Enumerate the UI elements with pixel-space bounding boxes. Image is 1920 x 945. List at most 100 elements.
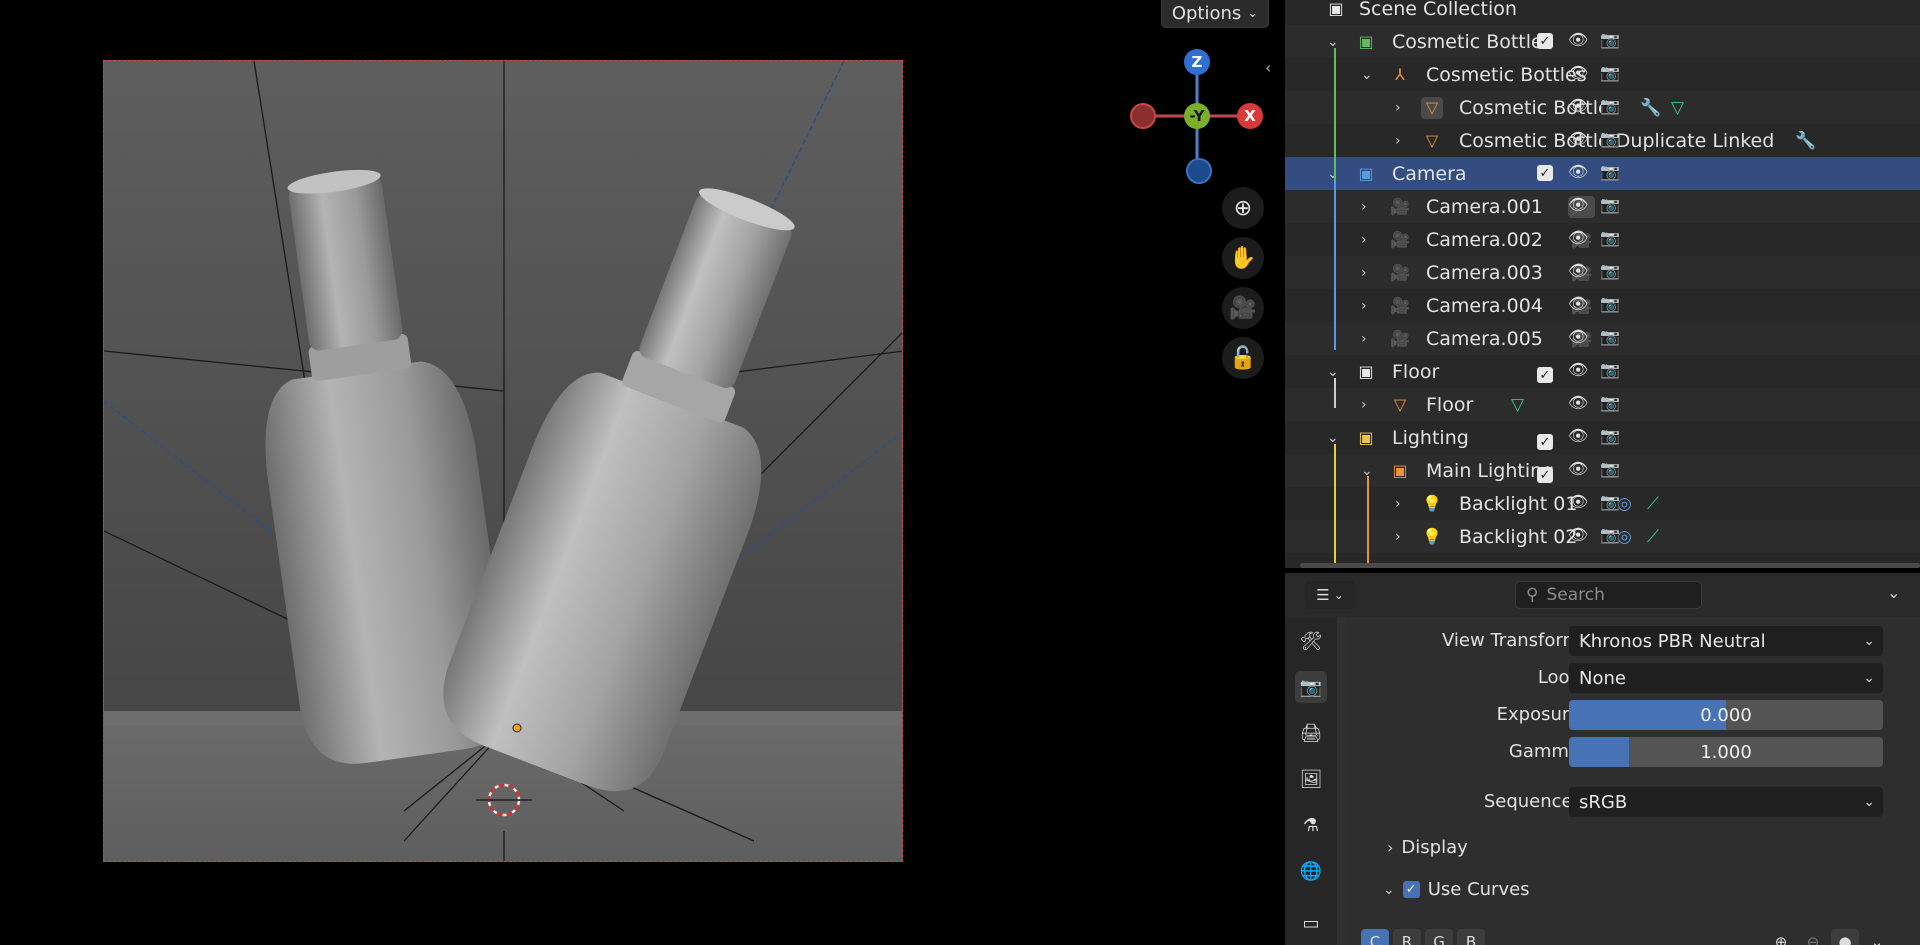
outliner-row-camera-005[interactable]: › 🎥 Camera.005 🎥 — [1285, 322, 1920, 355]
gamma-slider[interactable]: 1.000 — [1569, 737, 1883, 767]
collection-tab-icon[interactable]: ▭ — [1295, 907, 1327, 939]
gizmo-neg-x-axis[interactable] — [1130, 103, 1156, 129]
curve-tools-icon[interactable]: ● — [1831, 929, 1859, 945]
chevron-down-icon[interactable]: ⌄ — [1327, 364, 1339, 380]
zoom-out-curve-icon[interactable]: ⊖ — [1799, 929, 1827, 945]
outliner-row-camera-003[interactable]: › 🎥 Camera.003 🎥 — [1285, 256, 1920, 289]
chevron-right-icon[interactable]: › — [1395, 133, 1401, 149]
outliner-row-lighting-collection[interactable]: ⌄ ▣ Lighting — [1285, 421, 1920, 454]
look-dropdown[interactable]: None ⌄ — [1569, 663, 1883, 693]
curve-channel-r[interactable]: R — [1393, 929, 1421, 945]
mesh-data-icon[interactable]: ▽ — [1511, 395, 1524, 415]
outliner-row-main-lighting-collection[interactable]: ⌄ ▣ Main Lighting — [1285, 454, 1920, 487]
camera-data-icon[interactable]: 🎥 — [1571, 329, 1592, 349]
chevron-down-icon: ⌄ — [1383, 881, 1395, 898]
render-tab-icon[interactable]: 📷 — [1295, 671, 1327, 703]
mesh-object-icon: ▽ — [1393, 395, 1407, 414]
chevron-right-icon[interactable]: › — [1361, 265, 1367, 281]
collection-icon: ▣ — [1358, 164, 1374, 183]
outliner-scrollbar[interactable] — [1300, 563, 1920, 568]
chevron-down-icon[interactable]: ⌄ — [1361, 67, 1373, 83]
chevron-right-icon[interactable]: › — [1361, 331, 1367, 347]
camera-object-icon: 🎥 — [1390, 329, 1410, 348]
properties-editor[interactable]: ☰ ⌄ ⚲ Search ⌄ 🛠 📷 🖨 🖼 ⚗ 🌐 ▭ View Transf… — [1285, 573, 1920, 945]
use-curves-subpanel-header[interactable]: ⌄ ✓ Use Curves — [1383, 879, 1530, 900]
outliner-row-cosmetic-bottle[interactable]: › ▽ Cosmetic Bottle 🔧 ▽ — [1285, 91, 1920, 124]
gizmo-neg-z-axis[interactable] — [1186, 158, 1212, 184]
chevron-down-icon[interactable]: ⌄ — [1863, 929, 1891, 945]
tool-tab-icon[interactable]: 🛠 — [1295, 625, 1327, 657]
view-layer-tab-icon[interactable]: 🖼 — [1295, 763, 1327, 795]
outliner-row-camera-004[interactable]: › 🎥 Camera.004 🎥 — [1285, 289, 1920, 322]
chevron-down-icon[interactable]: ⌄ — [1887, 583, 1900, 602]
sequencer-dropdown[interactable]: sRGB ⌄ — [1569, 787, 1883, 817]
search-input[interactable]: ⚲ Search — [1515, 581, 1702, 609]
gizmo-x-axis[interactable]: X — [1237, 103, 1263, 129]
constraint-icon[interactable]: ◎ — [1617, 494, 1632, 514]
chevron-down-icon[interactable]: ⌄ — [1327, 430, 1339, 446]
use-curves-checkbox[interactable]: ✓ — [1402, 881, 1420, 898]
editor-type-dropdown[interactable]: ☰ ⌄ — [1305, 581, 1355, 609]
outliner-row-camera-001[interactable]: › 🎥 Camera.001 🎥 — [1285, 190, 1920, 223]
chevron-right-icon[interactable]: › — [1395, 529, 1401, 545]
light-object-icon: 💡 — [1422, 494, 1442, 513]
camera-data-icon[interactable]: 🎥 — [1571, 230, 1592, 250]
scene-tab-icon[interactable]: ⚗ — [1295, 809, 1327, 841]
outliner-row-backlight-02[interactable]: › 💡 Backlight 02 ◎ ⟋ — [1285, 520, 1920, 553]
outliner-row-backlight-01[interactable]: › 💡 Backlight 01 ◎ ⟋ — [1285, 487, 1920, 520]
exposure-slider[interactable]: 0.000 — [1569, 700, 1883, 730]
chevron-right-icon[interactable]: › — [1361, 397, 1367, 413]
sidebar-toggle-icon[interactable]: ‹ — [1265, 58, 1271, 77]
row-label: Cosmetic Bottle — [1459, 96, 1610, 119]
chevron-right-icon[interactable]: › — [1361, 298, 1367, 314]
outliner-row-cosmetic-bottles-collection[interactable]: ⌄ ▣ Cosmetic Bottles — [1285, 25, 1920, 58]
constraint-icon[interactable]: ◎ — [1617, 527, 1632, 547]
view-transform-dropdown[interactable]: Khronos PBR Neutral ⌄ — [1569, 626, 1883, 656]
chevron-right-icon[interactable]: › — [1395, 100, 1401, 116]
curve-channel-g[interactable]: G — [1425, 929, 1453, 945]
output-tab-icon[interactable]: 🖨 — [1295, 717, 1327, 749]
mesh-data-icon[interactable]: ▽ — [1671, 98, 1684, 118]
camera-view-icon[interactable]: 🎥 — [1222, 287, 1264, 329]
camera-data-icon[interactable]: 🎥 — [1568, 195, 1596, 218]
zoom-in-curve-icon[interactable]: ⊕ — [1767, 929, 1795, 945]
outliner-row-floor-collection[interactable]: ⌄ ▣ Floor — [1285, 355, 1920, 388]
pan-hand-icon[interactable]: ✋ — [1222, 237, 1264, 279]
zoom-icon[interactable]: ⊕ — [1222, 187, 1264, 229]
world-tab-icon[interactable]: 🌐 — [1295, 855, 1327, 887]
outliner-row-floor-object[interactable]: › ▽ Floor ▽ — [1285, 388, 1920, 421]
chevron-down-icon[interactable]: ⌄ — [1327, 166, 1339, 182]
outliner-row-cosmetic-bottle-duplicate-linked[interactable]: › ▽ Cosmetic Bottle Duplicate Linked 🔧 — [1285, 124, 1920, 157]
look-value: None — [1579, 667, 1626, 689]
outliner-row-scene-collection[interactable]: ▣ Scene Collection — [1285, 0, 1920, 25]
3d-viewport[interactable]: Options ⌄ ‹ Z -Y X ⊕ ✋ 🎥 🔓 — [0, 0, 1280, 945]
camera-object-icon: 🎥 — [1390, 230, 1410, 249]
curve-channel-c[interactable]: C — [1361, 929, 1389, 945]
options-button[interactable]: Options ⌄ — [1161, 0, 1269, 28]
chevron-down-icon: ⌄ — [1863, 794, 1875, 810]
display-label: Display — [1401, 837, 1468, 858]
curve-channel-b[interactable]: B — [1457, 929, 1485, 945]
outliner[interactable]: ▣ Scene Collection ⌄ ▣ Cosmetic Bottles … — [1285, 0, 1920, 568]
gizmo-z-axis[interactable]: Z — [1184, 49, 1210, 75]
display-subpanel-header[interactable]: › Display — [1387, 837, 1468, 858]
camera-object-icon: 🎥 — [1390, 263, 1410, 282]
light-data-icon[interactable]: ⟋ — [1647, 494, 1659, 514]
sequencer-value: sRGB — [1579, 791, 1628, 813]
camera-data-icon[interactable]: 🎥 — [1571, 263, 1592, 283]
gizmo-neg-y-axis[interactable]: -Y — [1184, 103, 1210, 129]
outliner-row-camera-collection[interactable]: ⌄ ▣ Camera — [1285, 157, 1920, 190]
outliner-row-cosmetic-bottles-empty[interactable]: ⌄ ⅄ Cosmetic Bottles — [1285, 58, 1920, 91]
chevron-right-icon[interactable]: › — [1361, 199, 1367, 215]
exposure-label: Exposure — [1496, 704, 1580, 725]
lock-icon[interactable]: 🔓 — [1222, 337, 1264, 379]
light-data-icon[interactable]: ⟋ — [1647, 527, 1659, 547]
collection-icon: ▣ — [1328, 0, 1344, 18]
wrench-modifier-icon[interactable]: 🔧 — [1795, 131, 1816, 151]
chevron-right-icon[interactable]: › — [1361, 232, 1367, 248]
outliner-row-camera-002[interactable]: › 🎥 Camera.002 🎥 — [1285, 223, 1920, 256]
wrench-modifier-icon[interactable]: 🔧 — [1640, 98, 1661, 118]
chevron-down-icon[interactable]: ⌄ — [1327, 34, 1339, 50]
chevron-right-icon[interactable]: › — [1395, 496, 1401, 512]
camera-data-icon[interactable]: 🎥 — [1571, 296, 1592, 316]
